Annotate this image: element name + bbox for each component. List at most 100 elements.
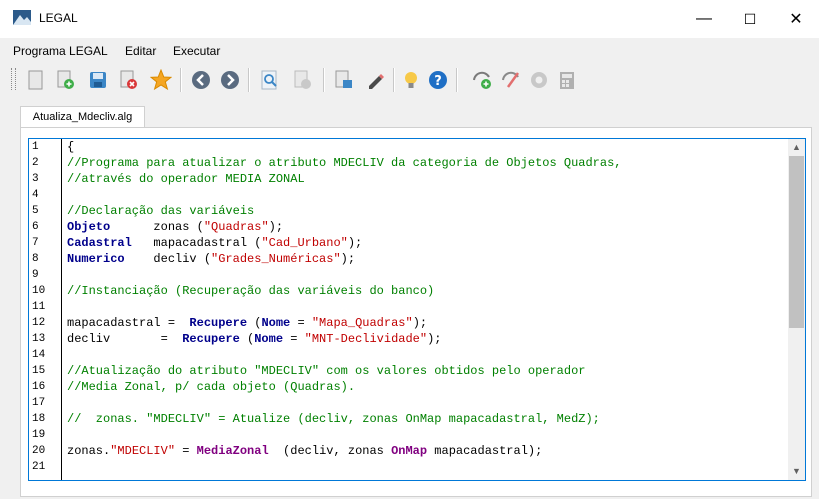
menu-programa-legal[interactable]: Programa LEGAL — [13, 44, 108, 58]
line-number: 21 — [32, 461, 46, 473]
back-arrow-icon[interactable] — [190, 69, 212, 91]
code-line: //Instanciação (Recuperação das variávei… — [67, 283, 434, 299]
code-token: decliv ( — [124, 252, 212, 266]
code-token: Nome — [261, 316, 291, 330]
save-icon[interactable] — [87, 69, 109, 91]
vertical-scrollbar[interactable]: ▲ ▼ — [788, 139, 805, 480]
code-token: ); — [340, 252, 356, 266]
import-icon[interactable] — [333, 69, 355, 91]
code-token: Numerico — [67, 252, 125, 266]
code-line: decliv = Recupere (Nome = "MNT-Declivida… — [67, 331, 441, 347]
maximize-button[interactable]: ☐ — [727, 0, 773, 38]
code-token: // zonas. "MDECLIV" = Atualize (decliv, … — [67, 412, 600, 426]
code-line: mapacadastral = Recupere (Nome = "Mapa_Q… — [67, 315, 427, 331]
forward-arrow-icon[interactable] — [219, 69, 241, 91]
code-line: zonas."MDECLIV" = MediaZonal (decliv, zo… — [67, 443, 542, 459]
line-number: 20 — [32, 445, 46, 457]
code-token: decliv = — [67, 332, 183, 346]
line-number: 7 — [32, 237, 39, 249]
tab-atualiza-mdecliv[interactable]: Atualiza_Mdecliv.alg — [20, 106, 145, 128]
code-token: Objeto — [67, 220, 111, 234]
code-token: ); — [347, 236, 363, 250]
code-line: Numerico decliv ("Grades_Numéricas"); — [67, 251, 355, 267]
new-add-icon[interactable] — [55, 69, 77, 91]
toolbar: ? — [0, 60, 819, 98]
code-line: //Atualização do atributo "MDECLIV" com … — [67, 363, 585, 379]
code-token: "Cad_Urbano" — [261, 236, 348, 250]
code-line: //Media Zonal, p/ cada objeto (Quadras). — [67, 379, 355, 395]
code-token: Nome — [254, 332, 284, 346]
line-number-gutter: 1 2 3 4 5 6 7 8 9 10 11 12 13 14 15 16 17 18 19 20 21 — [29, 139, 62, 480]
close-file-icon[interactable] — [118, 69, 140, 91]
pencil-icon[interactable] — [365, 69, 387, 91]
line-number: 14 — [32, 349, 46, 361]
title-bar: LEGAL — ☐ ✕ — [0, 0, 819, 38]
window-title: LEGAL — [39, 11, 78, 25]
scrollbar-thumb[interactable] — [789, 156, 804, 328]
line-number: 13 — [32, 333, 46, 345]
line-number: 2 — [32, 157, 39, 169]
code-token: //através do operador MEDIA ZONAL — [67, 172, 305, 186]
code-token: ); — [412, 316, 428, 330]
close-button[interactable]: ✕ — [773, 0, 819, 38]
code-token: "Quadras" — [203, 220, 269, 234]
line-number: 9 — [32, 269, 39, 281]
code-token: Cadastral — [67, 236, 132, 250]
code-line: // zonas. "MDECLIV" = Atualize (decliv, … — [67, 411, 600, 427]
code-token: //Media Zonal, p/ cada objeto (Quadras). — [67, 380, 356, 394]
toolbar-separator — [393, 68, 395, 92]
code-token: zonas. — [67, 444, 111, 458]
code-token: { — [67, 140, 75, 154]
line-number: 16 — [32, 381, 46, 393]
code-token: mapacadastral ( — [131, 236, 262, 250]
line-number: 8 — [32, 253, 39, 265]
run-green-icon[interactable] — [471, 69, 493, 91]
code-token: "Grades_Numéricas" — [211, 252, 341, 266]
menu-editar[interactable]: Editar — [125, 44, 156, 58]
code-token: = — [283, 332, 305, 346]
edit-check-icon[interactable] — [500, 69, 522, 91]
code-editor[interactable]: 1 2 3 4 5 6 7 8 9 10 11 12 13 14 15 16 17 18 19 20 21 {//Pro… — [28, 138, 806, 481]
code-token: "Mapa_Quadras" — [311, 316, 413, 330]
minimize-button[interactable]: — — [681, 0, 727, 38]
code-token: ( — [239, 332, 255, 346]
code-token: //Instanciação (Recuperação das variávei… — [67, 284, 435, 298]
code-line: { — [67, 139, 74, 155]
scroll-up-icon[interactable]: ▲ — [788, 139, 805, 156]
code-line: //Declaração das variáveis — [67, 203, 254, 219]
line-number: 10 — [32, 285, 46, 297]
menu-bar: Programa LEGAL Editar Executar — [0, 38, 819, 60]
document-area: Atualiza_Mdecliv.alg 1 2 3 4 5 6 7 8 9 10 11 12 13 14… — [0, 98, 819, 499]
toolbar-grip[interactable] — [11, 68, 16, 90]
gear-icon[interactable] — [528, 69, 550, 91]
new-file-icon[interactable] — [25, 69, 47, 91]
code-token: //Atualização do atributo "MDECLIV" com … — [67, 364, 586, 378]
code-token: MediaZonal — [196, 444, 269, 458]
code-token: ); — [268, 220, 284, 234]
line-number: 12 — [32, 317, 46, 329]
app-logo-icon — [13, 10, 31, 25]
help-icon[interactable]: ? — [427, 69, 449, 91]
line-number: 17 — [32, 397, 46, 409]
code-token: OnMap — [391, 444, 428, 458]
code-token: "MDECLIV" — [110, 444, 176, 458]
lightbulb-icon[interactable] — [400, 69, 422, 91]
search-icon[interactable] — [259, 69, 281, 91]
code-token: = — [175, 444, 197, 458]
line-number: 15 — [32, 365, 46, 377]
code-token: mapacadastral = — [67, 316, 190, 330]
code-line: //Programa para atualizar o atributo MDE… — [67, 155, 622, 171]
menu-executar[interactable]: Executar — [173, 44, 220, 58]
toolbar-separator — [248, 68, 250, 92]
code-token: ); — [427, 332, 442, 346]
calculator-icon[interactable] — [556, 69, 578, 91]
code-token: zonas ( — [110, 220, 204, 234]
scroll-down-icon[interactable]: ▼ — [788, 463, 805, 480]
disabled-tool-icon[interactable] — [292, 69, 314, 91]
favorite-star-icon[interactable] — [150, 69, 172, 91]
code-token: (decliv, zonas — [268, 444, 392, 458]
line-number: 1 — [32, 141, 39, 153]
code-line: Cadastral mapacadastral ("Cad_Urbano"); — [67, 235, 362, 251]
code-token: ( — [247, 316, 262, 330]
svg-text:?: ? — [434, 74, 442, 89]
